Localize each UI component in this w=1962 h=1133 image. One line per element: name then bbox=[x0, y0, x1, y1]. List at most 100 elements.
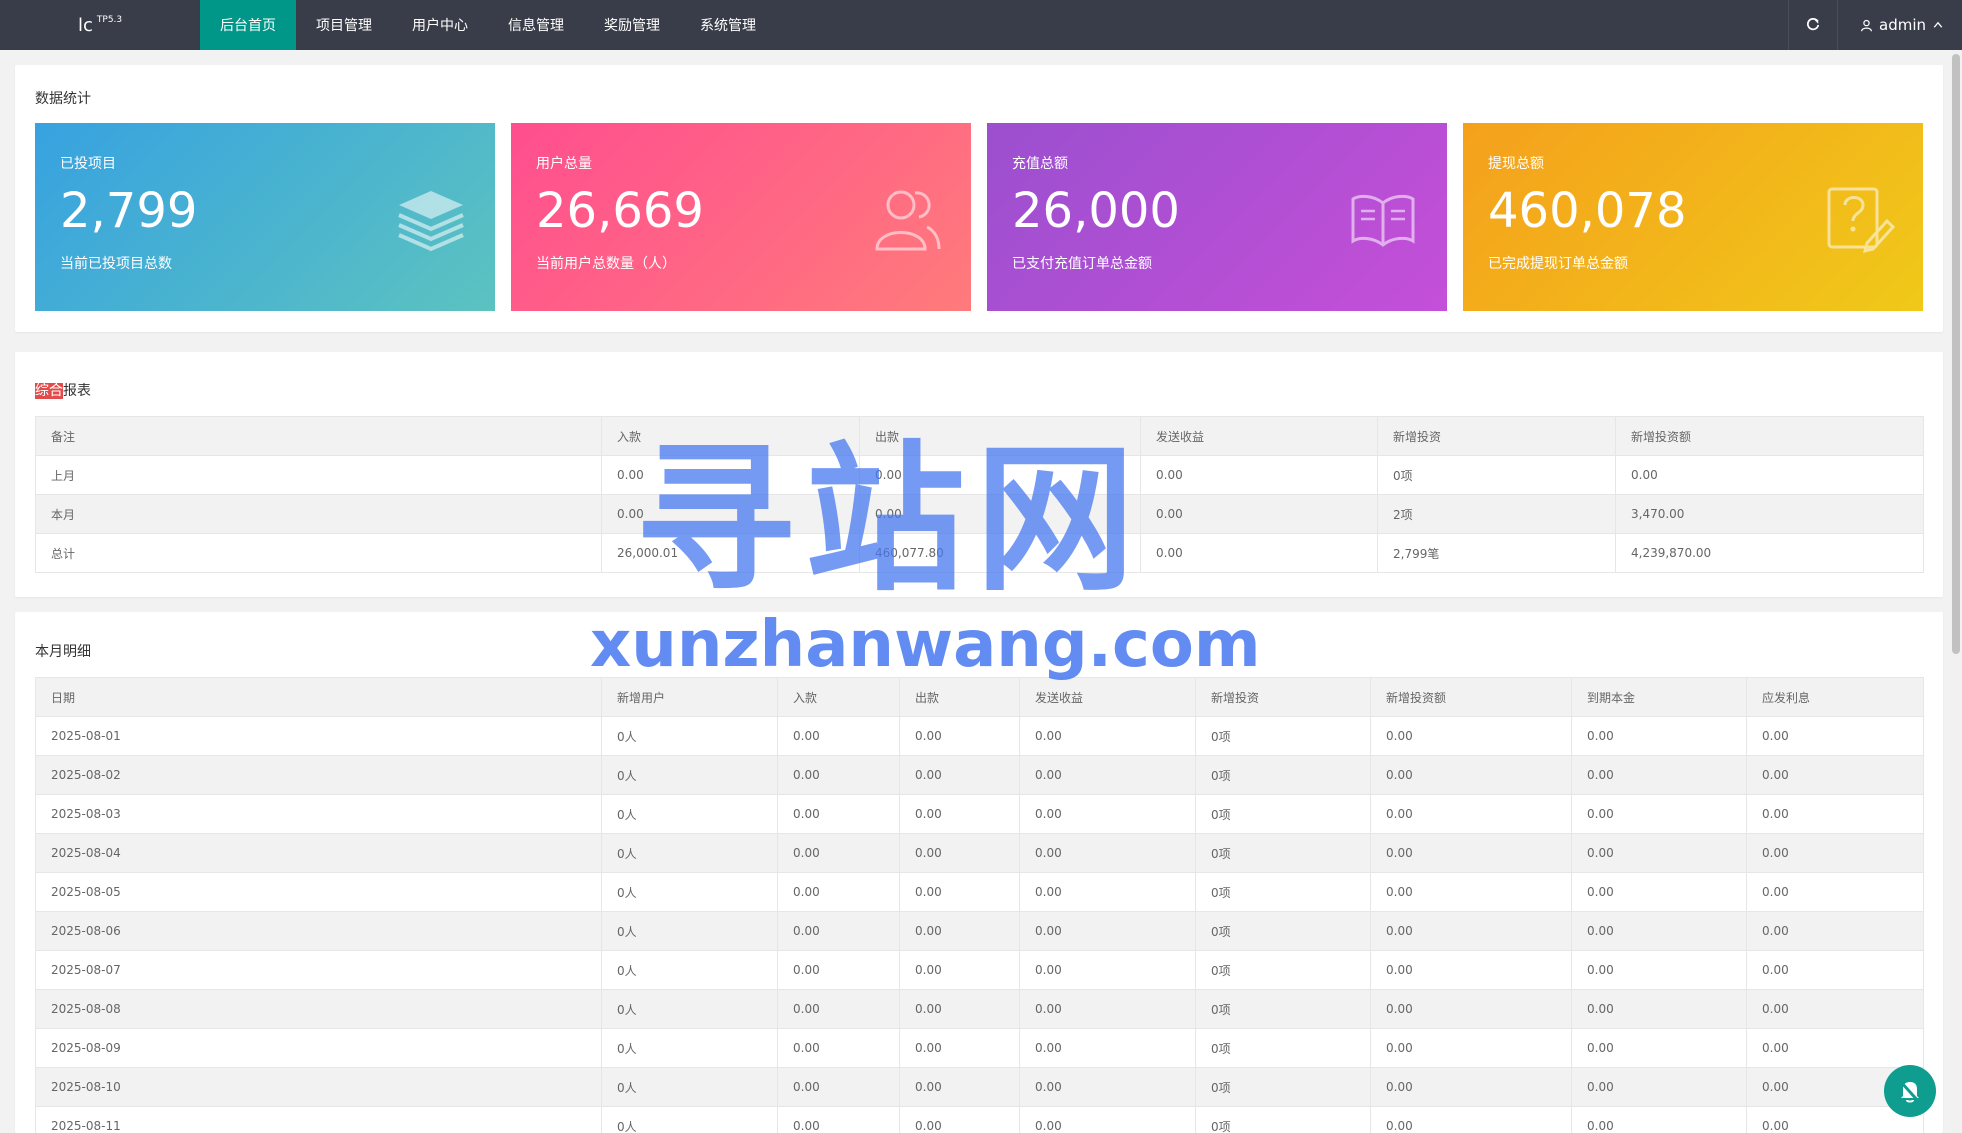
cell: 0.00 bbox=[777, 1028, 900, 1068]
user-icon bbox=[1861, 19, 1872, 31]
cell: 0.00 bbox=[777, 716, 900, 756]
cell: 0.00 bbox=[1571, 911, 1747, 951]
scrollbar-thumb[interactable] bbox=[1952, 54, 1960, 654]
stat-desc: 当前用户总数量（人） bbox=[536, 256, 676, 272]
cell: 2025-08-07 bbox=[35, 950, 602, 990]
cell: 0.00 bbox=[899, 911, 1020, 951]
cell: 2025-08-04 bbox=[35, 833, 602, 873]
cell: 2025-08-01 bbox=[35, 716, 602, 756]
cell: 0.00 bbox=[1746, 989, 1924, 1029]
col-new-users: 新增用户 bbox=[601, 677, 778, 717]
col-new-invest: 新增投资 bbox=[1377, 416, 1616, 456]
nav-users[interactable]: 用户中心 bbox=[392, 0, 488, 50]
table-row: 2025-08-01 0人 0.00 0.00 0.00 0项 0.00 0.00 0.00 bbox=[35, 716, 1924, 756]
col-new-invest-amount: 新增投资额 bbox=[1615, 416, 1924, 456]
cell: 0项 bbox=[1195, 794, 1371, 834]
monthly-table: 日期 新增用户 入款 出款 发送收益 新增投资 新增投资额 到期本金 应发利息 … bbox=[35, 677, 1924, 1133]
cell: 0.00 bbox=[1746, 911, 1924, 951]
cell: 2025-08-06 bbox=[35, 911, 602, 951]
cell: 0.00 bbox=[899, 716, 1020, 756]
logo-version: TP5.3 bbox=[96, 15, 123, 25]
cell: 2项 bbox=[1377, 494, 1616, 534]
cell: 0.00 bbox=[1746, 716, 1924, 756]
cell: 总计 bbox=[35, 533, 602, 573]
users-icon bbox=[875, 190, 941, 251]
cell: 0人 bbox=[601, 716, 778, 756]
col-withdrawal: 出款 bbox=[859, 416, 1141, 456]
table-row: 2025-08-06 0人 0.00 0.00 0.00 0项 0.00 0.00 0.00 bbox=[35, 911, 1924, 951]
cell: 0.00 bbox=[1370, 1067, 1572, 1107]
table-header-row: 日期 新增用户 入款 出款 发送收益 新增投资 新增投资额 到期本金 应发利息 bbox=[35, 677, 1924, 717]
cell: 0.00 bbox=[899, 1106, 1020, 1133]
cell: 0.00 bbox=[601, 455, 860, 495]
nav-projects[interactable]: 项目管理 bbox=[296, 0, 392, 50]
cell: 0.00 bbox=[1019, 794, 1196, 834]
cell: 0.00 bbox=[1370, 833, 1572, 873]
cell: 0项 bbox=[1377, 455, 1616, 495]
cell: 2025-08-08 bbox=[35, 989, 602, 1029]
cell: 0.00 bbox=[1140, 494, 1378, 534]
cell: 2025-08-11 bbox=[35, 1106, 602, 1133]
cell: 2025-08-03 bbox=[35, 794, 602, 834]
report-title-highlight: 综合 bbox=[35, 383, 63, 399]
table-row: 2025-08-04 0人 0.00 0.00 0.00 0项 0.00 0.00 0.00 bbox=[35, 833, 1924, 873]
stat-card-projects: 已投项目 2,799 当前已投项目总数 bbox=[35, 123, 495, 311]
nav-info[interactable]: 信息管理 bbox=[488, 0, 584, 50]
cell: 0.00 bbox=[777, 1106, 900, 1133]
nav-rewards[interactable]: 奖励管理 bbox=[584, 0, 680, 50]
table-header-row: 备注 入款 出款 发送收益 新增投资 新增投资额 bbox=[35, 416, 1924, 456]
cell: 0.00 bbox=[859, 494, 1141, 534]
stat-desc: 当前已投项目总数 bbox=[60, 256, 172, 272]
nav-home[interactable]: 后台首页 bbox=[200, 0, 296, 50]
cell: 0.00 bbox=[1370, 1106, 1572, 1133]
stat-card-withdraw: 提现总额 460,078 已完成提现订单总金额 bbox=[1463, 123, 1923, 311]
cell: 2025-08-02 bbox=[35, 755, 602, 795]
float-action-button[interactable] bbox=[1884, 1065, 1936, 1117]
cell: 0项 bbox=[1195, 911, 1371, 951]
chevron-up-icon bbox=[1933, 21, 1943, 28]
cell: 0人 bbox=[601, 1028, 778, 1068]
cell: 0人 bbox=[601, 1067, 778, 1107]
cell: 0.00 bbox=[1571, 833, 1747, 873]
cell: 0.00 bbox=[899, 1067, 1020, 1107]
logo-text: lc bbox=[78, 14, 93, 36]
report-table: 备注 入款 出款 发送收益 新增投资 新增投资额 上月 0.00 0.00 0.… bbox=[35, 416, 1924, 573]
cell: 0.00 bbox=[899, 755, 1020, 795]
cell: 0.00 bbox=[777, 1067, 900, 1107]
cell: 0.00 bbox=[899, 833, 1020, 873]
cell: 0人 bbox=[601, 950, 778, 990]
cell: 0.00 bbox=[1019, 911, 1196, 951]
monthly-table-body: 2025-08-01 0人 0.00 0.00 0.00 0项 0.00 0.00 0.00 20… bbox=[35, 716, 1924, 1133]
cell: 0.00 bbox=[777, 989, 900, 1029]
cell: 0.00 bbox=[1746, 872, 1924, 912]
cell: 0.00 bbox=[1019, 872, 1196, 912]
cell: 2025-08-09 bbox=[35, 1028, 602, 1068]
nav-system[interactable]: 系统管理 bbox=[680, 0, 776, 50]
col-interest-due: 应发利息 bbox=[1746, 677, 1924, 717]
monthly-title: 本月明细 bbox=[35, 644, 91, 660]
table-row: 2025-08-03 0人 0.00 0.00 0.00 0项 0.00 0.00 0.00 bbox=[35, 794, 1924, 834]
header-actions: admin bbox=[1788, 0, 1962, 50]
cell: 0.00 bbox=[1019, 1028, 1196, 1068]
col-date: 日期 bbox=[35, 677, 602, 717]
cell: 0.00 bbox=[1571, 716, 1747, 756]
cell: 0.00 bbox=[1571, 1067, 1747, 1107]
col-withdrawal: 出款 bbox=[899, 677, 1020, 717]
cell: 0项 bbox=[1195, 872, 1371, 912]
cell: 0.00 bbox=[777, 833, 900, 873]
cell: 0项 bbox=[1195, 1106, 1371, 1133]
cell: 26,000.01 bbox=[601, 533, 860, 573]
table-row: 2025-08-09 0人 0.00 0.00 0.00 0项 0.00 0.00 0.00 bbox=[35, 1028, 1924, 1068]
col-due-principal: 到期本金 bbox=[1571, 677, 1747, 717]
cell: 0.00 bbox=[1571, 989, 1747, 1029]
logo[interactable]: lc TP5.3 bbox=[0, 0, 200, 50]
refresh-button[interactable] bbox=[1788, 0, 1838, 50]
cell: 0项 bbox=[1195, 1067, 1371, 1107]
stat-label: 已投项目 bbox=[60, 156, 116, 172]
page-scrollbar[interactable] bbox=[1950, 50, 1962, 1133]
cell: 0.00 bbox=[1370, 872, 1572, 912]
cell: 0.00 bbox=[1019, 989, 1196, 1029]
user-menu[interactable]: admin bbox=[1838, 0, 1962, 50]
cell: 3,470.00 bbox=[1615, 494, 1924, 534]
cell: 0.00 bbox=[899, 989, 1020, 1029]
